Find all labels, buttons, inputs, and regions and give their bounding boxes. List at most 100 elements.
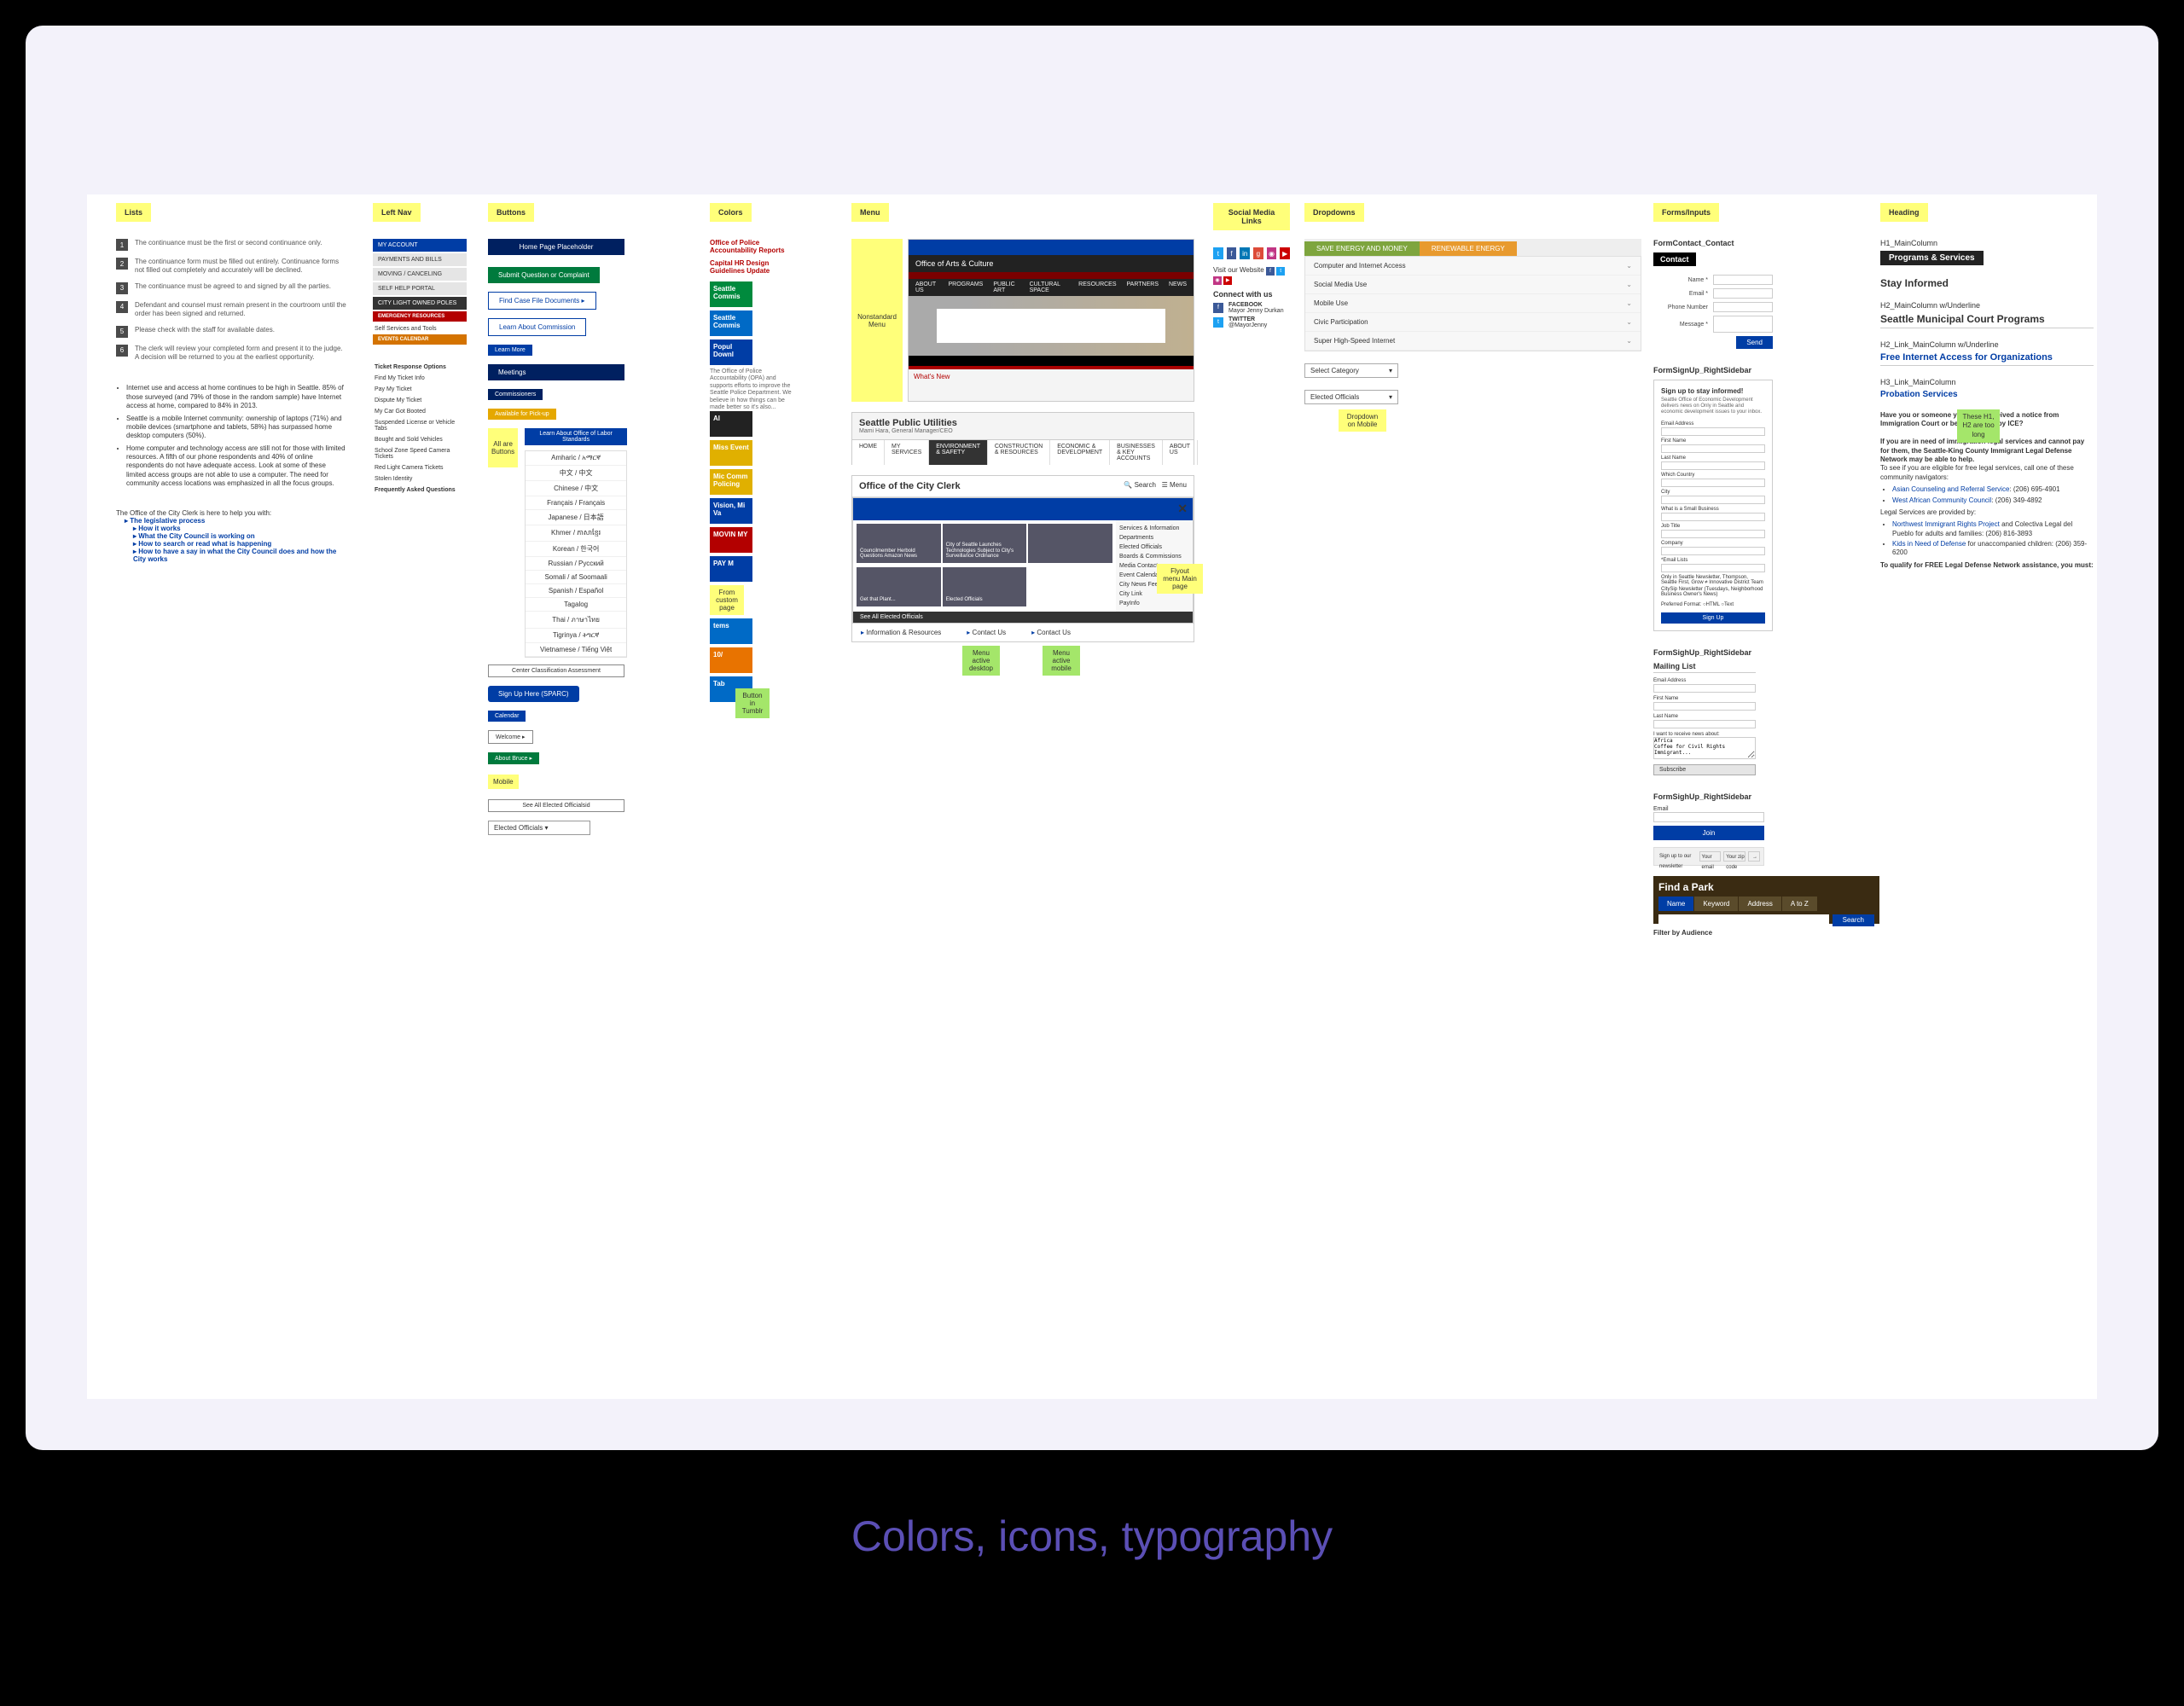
firstname-input[interactable]: [1653, 702, 1756, 711]
email-input[interactable]: [1653, 684, 1756, 693]
link[interactable]: Asian Counseling and Referral Service: [1892, 485, 2009, 493]
dd-option[interactable]: Civic Participation: [1305, 313, 1641, 332]
input[interactable]: [1661, 427, 1765, 436]
nav-item[interactable]: CULTURAL SPACE: [1030, 281, 1069, 293]
nav-item[interactable]: Bought and Sold Vehicles: [373, 434, 467, 445]
link[interactable]: Contact Us: [967, 629, 1006, 636]
lastname-input[interactable]: [1653, 720, 1756, 728]
name-input[interactable]: [1713, 275, 1773, 285]
go-button[interactable]: →: [1748, 851, 1760, 862]
h3-link[interactable]: Probation Services: [1880, 390, 2094, 399]
nav-item[interactable]: Stolen Identity: [373, 473, 467, 485]
nav-item[interactable]: RESOURCES: [1078, 281, 1116, 293]
tab[interactable]: RENEWABLE ENERGY: [1420, 241, 1517, 256]
side-link[interactable]: Services & Information: [1119, 524, 1189, 533]
input[interactable]: [1661, 461, 1765, 470]
input[interactable]: [1661, 513, 1765, 521]
btn-ls[interactable]: Learn About Office of Labor Standards: [525, 428, 627, 445]
link[interactable]: How to search or read what is happening: [138, 540, 271, 548]
input[interactable]: [1661, 444, 1765, 453]
nav-item[interactable]: MY SERVICES: [885, 440, 929, 465]
dd-option[interactable]: Computer and Internet Access: [1305, 257, 1641, 276]
fly-footer[interactable]: See All Elected Officials: [853, 612, 1193, 623]
nav-item[interactable]: Dispute My Ticket: [373, 395, 467, 406]
nav-item[interactable]: Pay My Ticket: [373, 384, 467, 395]
email-input[interactable]: Your email: [1699, 851, 1722, 862]
lang-option[interactable]: Russian / Русский: [526, 557, 626, 571]
lang-option[interactable]: Thai / ภาษาไทย: [526, 612, 626, 629]
nav-item[interactable]: Red Light Camera Tickets: [373, 462, 467, 473]
link[interactable]: Capital HR Design Guidelines Update: [710, 259, 795, 275]
lang-option[interactable]: Japanese / 日本語: [526, 510, 626, 525]
btn-cal[interactable]: Calendar: [488, 711, 526, 722]
news-card[interactable]: [943, 567, 1027, 606]
lang-option[interactable]: Vietnamese / Tiếng Việt: [526, 643, 626, 657]
lang-option[interactable]: Chinese / 中文: [526, 481, 626, 496]
lang-option[interactable]: Tagalog: [526, 598, 626, 612]
btn-learn[interactable]: Learn About Commission: [488, 318, 586, 336]
park-input[interactable]: [1658, 914, 1829, 926]
tab[interactable]: Address: [1739, 897, 1780, 911]
tab[interactable]: SAVE ENERGY AND MONEY: [1304, 241, 1420, 256]
nav-item[interactable]: CITY LIGHT OWNED POLES: [373, 297, 467, 310]
nav-item[interactable]: NEWS: [1169, 281, 1187, 293]
link[interactable]: Contact Us: [1031, 629, 1071, 636]
btn-sparc[interactable]: Sign Up Here (SPARC): [488, 686, 579, 702]
google-icon[interactable]: g: [1253, 247, 1263, 259]
phone-input[interactable]: [1713, 302, 1773, 312]
close-icon[interactable]: ✕: [1177, 502, 1188, 516]
zip-input[interactable]: Your zip code: [1723, 851, 1745, 862]
lang-option[interactable]: Korean / 한국어: [526, 542, 626, 557]
link[interactable]: The legislative process: [130, 517, 205, 525]
btn-more[interactable]: Learn More: [488, 345, 532, 356]
nav-item[interactable]: HOME: [852, 440, 885, 465]
input[interactable]: [1661, 547, 1765, 555]
input[interactable]: [1661, 496, 1765, 504]
message-input[interactable]: [1713, 316, 1773, 333]
lang-option[interactable]: Français / Français: [526, 496, 626, 510]
twitter-icon[interactable]: t: [1213, 247, 1223, 259]
news-card[interactable]: [857, 524, 941, 563]
nav-item[interactable]: PARTNERS: [1127, 281, 1159, 293]
dd-elected[interactable]: Elected Officials: [1304, 390, 1398, 404]
nav-item[interactable]: ECONOMIC & DEVELOPMENT: [1050, 440, 1110, 465]
btn-comm[interactable]: Commissioners: [488, 389, 543, 400]
topics-input[interactable]: Africa Coffee for Civil Rights Immigrant…: [1653, 737, 1756, 759]
link[interactable]: Kids in Need of Defense: [1892, 540, 1966, 548]
nav-item[interactable]: Ticket Response Options: [373, 362, 467, 373]
join-button[interactable]: Join: [1653, 826, 1764, 840]
link[interactable]: West African Community Council: [1892, 496, 1991, 504]
btn-find[interactable]: Find Case File Documents ▸: [488, 292, 596, 310]
instagram-icon[interactable]: ◉: [1267, 247, 1277, 259]
link[interactable]: Northwest Immigrant Rights Project: [1892, 520, 2000, 528]
email-input[interactable]: [1653, 812, 1764, 822]
send-button[interactable]: Send: [1736, 336, 1773, 349]
link[interactable]: How to have a say in what the City Counc…: [133, 548, 336, 563]
signup-button[interactable]: Sign Up: [1661, 612, 1765, 624]
btn-pickup[interactable]: Available for Pick-up: [488, 409, 556, 420]
nav-item[interactable]: ENVIRONMENT & SAFETY: [929, 440, 988, 465]
nav-item[interactable]: EVENTS CALENDAR: [373, 334, 467, 345]
input[interactable]: [1661, 530, 1765, 538]
nav-item[interactable]: CONSTRUCTION & RESOURCES: [988, 440, 1050, 465]
lang-option[interactable]: Somali / af Soomaali: [526, 571, 626, 584]
side-link[interactable]: Boards & Commissions: [1119, 552, 1189, 561]
nav-item[interactable]: EMERGENCY RESOURCES: [373, 311, 467, 322]
dd-option[interactable]: Mobile Use: [1305, 294, 1641, 313]
nav-item[interactable]: PAYMENTS AND BILLS: [373, 253, 467, 266]
dd-option[interactable]: Social Media Use: [1305, 276, 1641, 294]
link[interactable]: How it works: [138, 525, 180, 532]
tab[interactable]: Name: [1658, 897, 1693, 911]
side-link[interactable]: PayInfo: [1119, 599, 1189, 608]
btn-assess[interactable]: Center Classification Assessment: [488, 664, 624, 677]
input[interactable]: [1661, 564, 1765, 572]
input[interactable]: [1661, 479, 1765, 487]
tab[interactable]: Keyword: [1694, 897, 1738, 911]
lang-option[interactable]: Amharic / አማርኛ: [526, 451, 626, 466]
btn-bruce[interactable]: About Bruce ▸: [488, 752, 539, 764]
social-link[interactable]: fFACEBOOKMayor Jenny Durkan: [1213, 302, 1290, 314]
nav-item[interactable]: MOVING / CANCELING: [373, 268, 467, 281]
link[interactable]: Office of Police Accountability Reports: [710, 239, 795, 254]
dd-option[interactable]: Super High-Speed Internet: [1305, 332, 1641, 351]
nav-item[interactable]: SELF HELP PORTAL: [373, 282, 467, 295]
